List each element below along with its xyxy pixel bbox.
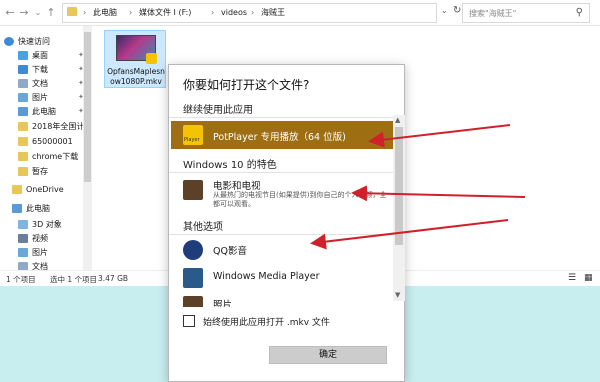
breadcrumb-drive[interactable]: 媒体文件 I (F:) [139,7,191,19]
section-continue: 继续使用此应用 [183,105,253,116]
chevron-right-icon: › [129,8,133,17]
sidebar-item-label: OneDrive [26,185,64,194]
search-icon: ⚲ [575,7,583,18]
app-option-movies-tv[interactable]: 电影和电视 从最热门的电视节目(如果提供)到你自己的个人视频，全都可以观看。 [171,175,393,213]
sidebar-item-label: 下载 [32,65,48,74]
photos-icon [183,296,203,307]
star-icon [4,37,14,46]
potplayer-icon-label: Player [184,137,200,143]
section-win10: Windows 10 的特色 [183,160,277,171]
divider [169,117,395,118]
search-placeholder: 搜索"海贼王" [469,9,517,18]
selection-size: 3.47 GB [98,274,129,283]
sidebar-item-label: 桌面 [32,51,48,60]
sidebar-item-label: 图片 [32,248,48,257]
folder-icon [18,152,28,161]
sidebar-item-label: 文档 [32,79,48,88]
sidebar-item-label: 暂存 [32,167,48,176]
recent-locations-button[interactable]: ⌄ [32,6,44,20]
scrollbar-thumb[interactable] [395,127,403,245]
picture-icon [18,93,28,102]
path-dropdown-icon[interactable]: ⌄ [441,6,448,15]
open-with-dialog: 你要如何打开这个文件? 继续使用此应用 Player PotPlayer 专用播… [168,64,405,382]
cube-icon [18,220,28,229]
divider [169,234,395,235]
details-view-icon[interactable]: ☰ [568,273,576,283]
potplayer-badge-icon [146,53,157,64]
breadcrumb-current-folder[interactable]: 海贼王 [261,7,285,19]
video-icon [18,234,28,243]
scroll-down-icon[interactable]: ▼ [395,291,400,299]
sidebar-item-label: 65000001 [32,137,73,146]
breadcrumb-videos[interactable]: videos [221,7,247,19]
sidebar-scrollbar[interactable] [83,26,92,270]
item-count: 1 个项目 [6,275,36,284]
divider [169,172,395,173]
file-name-line: OpfansMaplesn [107,67,165,76]
sidebar-item-label: 此电脑 [26,204,50,213]
refresh-icon[interactable]: ↻ [453,5,461,16]
sidebar-item-label: chrome下载 [32,152,79,161]
download-icon [18,65,28,74]
sidebar-item-label: 3D 对象 [32,220,62,229]
sidebar-item-label: 视频 [32,234,48,243]
address-bar: ← → ⌄ ↑ › 此电脑 › 媒体文件 I (F:) › videos › 海… [0,0,600,26]
qq-player-icon [183,240,203,260]
folder-icon [12,185,22,194]
always-use-label: 始终使用此应用打开 .mkv 文件 [203,318,330,328]
folder-icon [18,167,28,176]
app-option-wmp[interactable]: Windows Media Player [171,265,393,291]
app-description: 从最热门的电视节目(如果提供)到你自己的个人视频，全都可以观看。 [213,191,387,208]
folder-icon [67,7,77,16]
search-input[interactable]: 搜索"海贼王" ⚲ [462,3,590,23]
forward-button[interactable]: → [18,6,30,20]
ok-button[interactable]: 确定 [269,346,387,364]
dialog-title: 你要如何打开这个文件? [183,78,310,92]
app-name: 照片 [213,300,233,307]
picture-icon [18,248,28,257]
file-item[interactable]: OpfansMaplesn ow1080P.mkv [104,30,166,88]
selection-count: 选中 1 个项目 [50,275,98,284]
scrollbar-thumb[interactable] [84,32,91,182]
media-player-icon [183,268,203,288]
file-name: OpfansMaplesn ow1080P.mkv [105,67,167,87]
computer-icon [12,204,22,213]
section-other: 其他选项 [183,222,223,233]
computer-icon [18,107,28,116]
sidebar-item-label: 图片 [32,93,48,102]
app-option-qq-player[interactable]: QQ影音 [171,237,393,263]
sidebar-item-label: 此电脑 [32,107,56,116]
folder-icon [18,122,28,131]
app-name: QQ影音 [213,246,247,257]
app-name: 电影和电视 [213,181,261,192]
back-button[interactable]: ← [4,6,16,20]
breadcrumb-this-pc[interactable]: 此电脑 [93,7,117,19]
chevron-right-icon: › [83,8,87,17]
app-option-photos[interactable]: 照片 [171,293,393,307]
dialog-scrollbar[interactable]: ▲ ▼ [393,115,405,301]
sidebar-item-label: 快速访问 [18,37,50,46]
app-name: PotPlayer 专用播放（64 位版) [213,132,346,143]
document-icon [18,79,28,88]
app-option-potplayer[interactable]: Player PotPlayer 专用播放（64 位版) [171,121,393,149]
path-box[interactable]: › 此电脑 › 媒体文件 I (F:) › videos › 海贼王 [62,3,437,23]
file-name-line: ow1080P.mkv [110,77,162,86]
up-button[interactable]: ↑ [45,6,57,20]
desktop-icon [18,51,28,60]
folder-icon [18,137,28,146]
potplayer-icon: Player [183,125,203,145]
app-name: Windows Media Player [213,271,320,282]
navigation-pane: 快速访问 桌面 ✦ 下载 ✦ 文档 ✦ 图片 ✦ 此电脑 ✦ 2018年全国计算… [0,26,94,271]
chevron-right-icon: › [251,8,255,17]
chevron-right-icon: › [211,8,215,17]
always-use-checkbox[interactable] [183,315,195,327]
scroll-up-icon[interactable]: ▲ [395,116,400,124]
film-icon [183,180,203,200]
large-icons-view-icon[interactable]: ▦ [584,273,593,283]
